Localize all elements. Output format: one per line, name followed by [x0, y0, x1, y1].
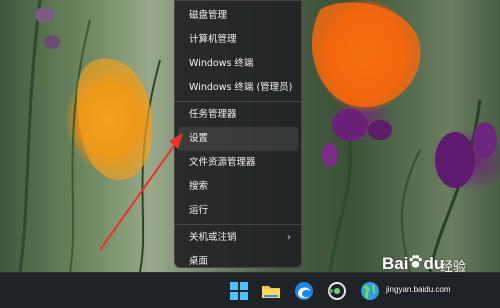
- edge-browser-icon[interactable]: [293, 280, 315, 302]
- media-app-icon[interactable]: [326, 280, 348, 302]
- watermark-brand-text: Bai: [382, 254, 409, 273]
- watermark-brand: Bai du: [382, 254, 444, 274]
- baidu-jingyan-watermark: Bai du 经验 jingyan.baidu.com: [382, 252, 500, 304]
- file-explorer-icon[interactable]: [260, 280, 282, 302]
- windows-start-icon[interactable]: [228, 280, 250, 302]
- watermark-word: 经验: [440, 260, 467, 275]
- annotation-arrow: [99, 133, 183, 251]
- globe-browser-icon[interactable]: [359, 280, 381, 302]
- paw-icon: [410, 255, 423, 268]
- watermark-url: jingyan.baidu.com: [386, 285, 451, 294]
